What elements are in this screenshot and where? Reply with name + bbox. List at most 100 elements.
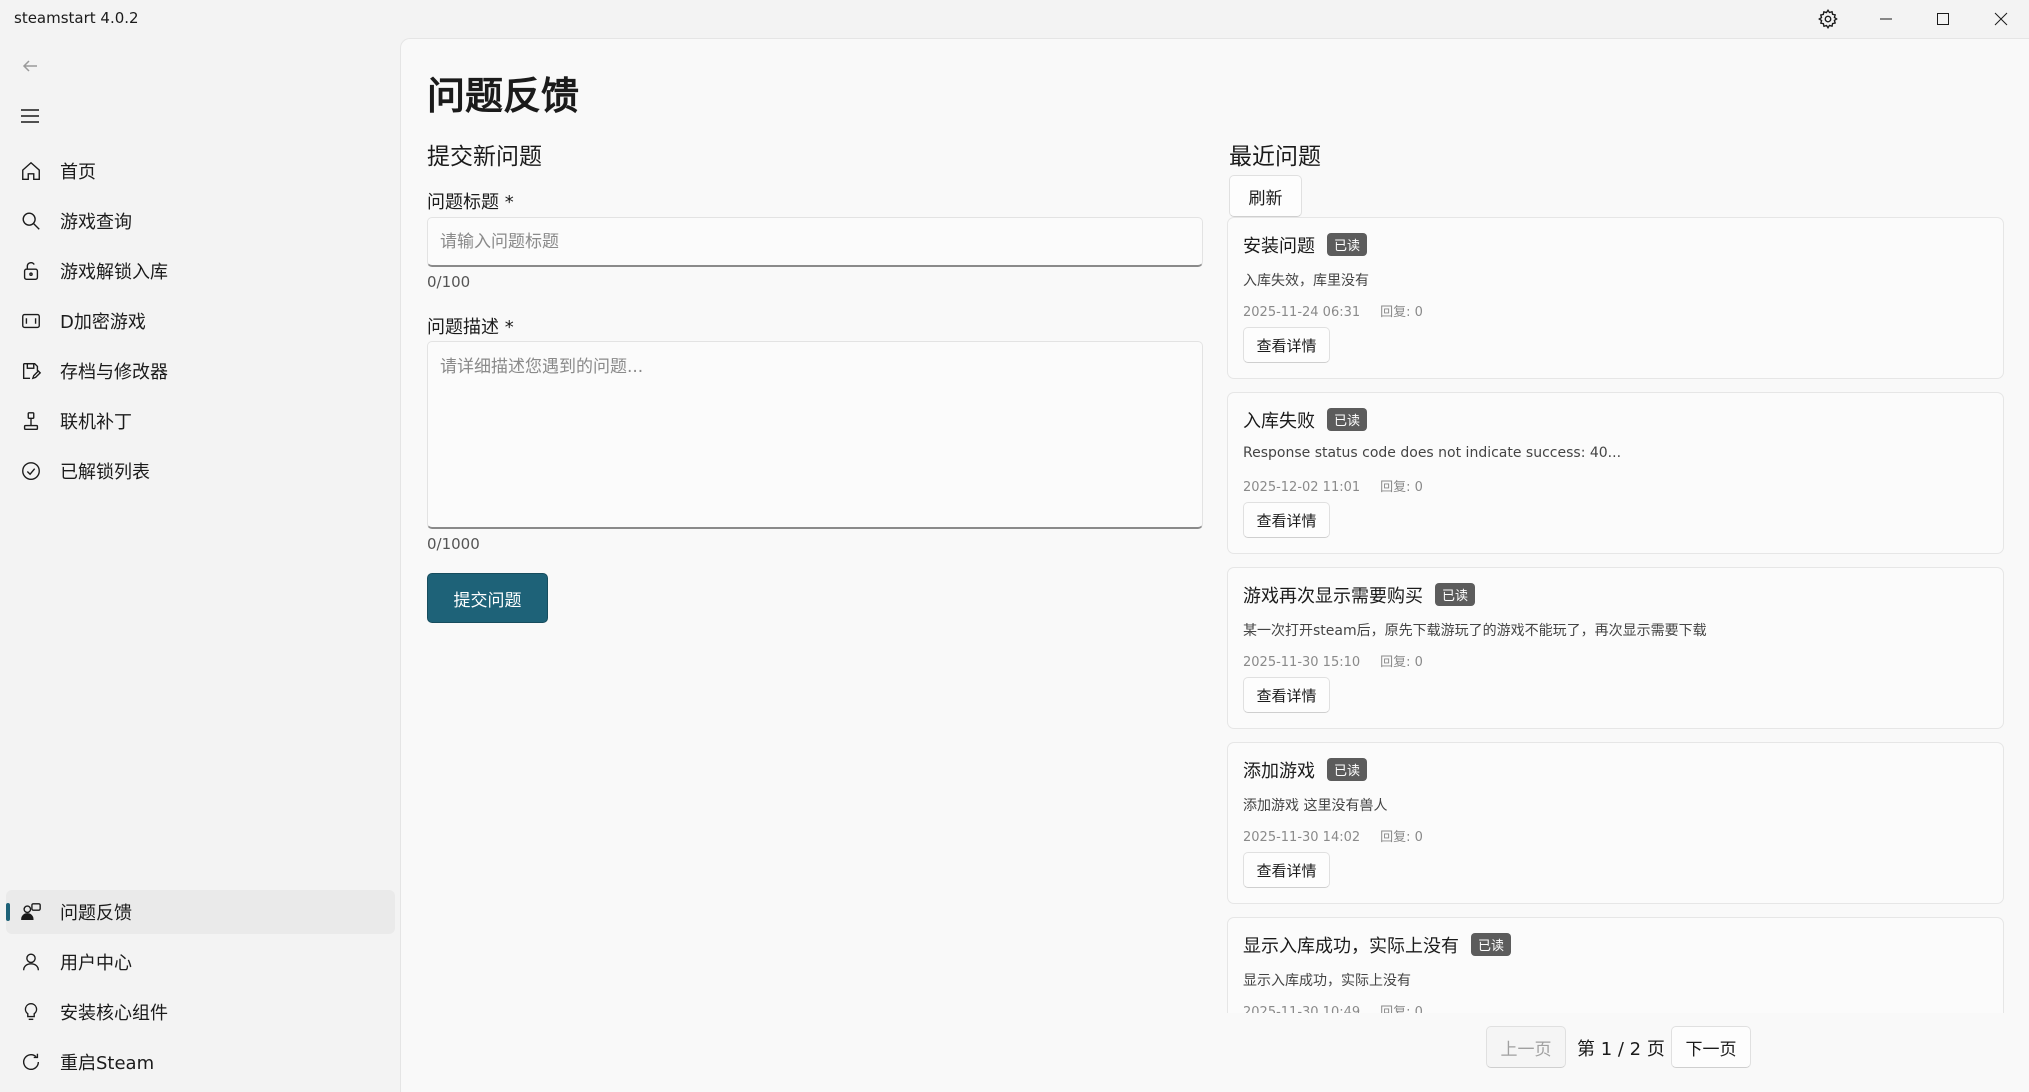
- description-input[interactable]: [427, 341, 1203, 529]
- title-input[interactable]: [427, 217, 1203, 267]
- issue-title: 显示入库成功，实际上没有 已读: [1243, 932, 1512, 958]
- read-badge: 已读: [1327, 758, 1368, 781]
- title-counter: 0/100: [427, 273, 471, 291]
- view-details-button[interactable]: 查看详情: [1243, 502, 1330, 538]
- issue-title: 安装问题 已读: [1243, 232, 1368, 258]
- user-icon: [20, 951, 42, 973]
- issue-title: 游戏再次显示需要购买 已读: [1243, 582, 1476, 608]
- issue-list[interactable]: 安装问题 已读 入库失效，库里没有 2025-11-24 06:31 回复: 0 查…: [1227, 217, 2006, 1013]
- issue-replies: 回复: 0: [1380, 655, 1423, 670]
- home-icon: [20, 160, 42, 182]
- next-page-button[interactable]: 下一页: [1671, 1026, 1751, 1068]
- nav-item-label: 问题反馈: [60, 903, 132, 924]
- nav-item-label: 重启Steam: [60, 1053, 155, 1074]
- settings-button[interactable]: [1800, 0, 1856, 38]
- refresh-button[interactable]: 刷新: [1229, 175, 1302, 217]
- nav-item-user-center[interactable]: 用户中心: [6, 940, 395, 984]
- view-details-button[interactable]: 查看详情: [1243, 677, 1330, 713]
- unlock-icon: [20, 260, 42, 282]
- issue-description: 入库失效，库里没有: [1243, 273, 1369, 289]
- issue-replies: 回复: 0: [1380, 830, 1423, 845]
- issue-description: 某一次打开steam后，原先下载游玩了的游戏不能玩了，再次显示需要下载: [1243, 623, 1707, 639]
- hamburger-icon: [20, 108, 40, 128]
- arrow-left-icon: [21, 57, 39, 79]
- nav-item-label: D加密游戏: [60, 312, 146, 333]
- issue-replies: 回复: 0: [1380, 305, 1423, 320]
- issue-replies: 回复: 0: [1380, 1005, 1423, 1013]
- prev-page-button[interactable]: 上一页: [1486, 1026, 1566, 1068]
- nav-item-online-patch[interactable]: 联机补丁: [6, 399, 395, 443]
- read-badge: 已读: [1327, 408, 1368, 431]
- issue-card: 添加游戏 已读 添加游戏 这里没有兽人 2025-11-30 14:02 回复: 0…: [1227, 742, 2004, 904]
- issue-meta: 2025-12-02 11:01 回复: 0: [1243, 476, 1423, 495]
- issue-meta: 2025-11-24 06:31 回复: 0: [1243, 301, 1423, 320]
- nav-item-label: 联机补丁: [60, 412, 132, 433]
- sidebar: 首页 游戏查询 游戏解锁入库 D加密游戏 存档与修改器 联机补丁 已解锁列表 问…: [0, 38, 400, 1092]
- issue-description: 显示入库成功，实际上没有: [1243, 973, 1411, 989]
- minimize-icon: [1879, 12, 1893, 26]
- gear-icon: [1817, 8, 1839, 30]
- nav-item-label: 用户中心: [60, 953, 132, 974]
- read-badge: 已读: [1435, 583, 1476, 606]
- nav-item-home[interactable]: 首页: [6, 149, 395, 193]
- view-details-button[interactable]: 查看详情: [1243, 327, 1330, 363]
- nav-item-restart-steam[interactable]: 重启Steam: [6, 1040, 395, 1084]
- issue-time: 2025-12-02 11:01: [1243, 480, 1361, 495]
- issue-description: Response status code does not indicate s…: [1243, 445, 1622, 461]
- submit-section-title: 提交新问题: [427, 144, 542, 170]
- check-circle-icon: [20, 460, 42, 482]
- read-badge: 已读: [1471, 933, 1512, 956]
- issue-description: 添加游戏 这里没有兽人: [1243, 798, 1388, 814]
- minimize-button[interactable]: [1858, 0, 1914, 38]
- nav-item-install-core[interactable]: 安装核心组件: [6, 990, 395, 1034]
- back-button[interactable]: [14, 52, 46, 84]
- frame-icon: [20, 310, 42, 332]
- nav-item-saves[interactable]: 存档与修改器: [6, 349, 395, 393]
- issue-meta: 2025-11-30 14:02 回复: 0: [1243, 826, 1423, 845]
- app-title: steamstart 4.0.2: [14, 9, 139, 27]
- issue-card: 显示入库成功，实际上没有 已读 显示入库成功，实际上没有 2025-11-30 1…: [1227, 917, 2004, 1013]
- nav-item-game-search[interactable]: 游戏查询: [6, 199, 395, 243]
- refresh-icon: [20, 1051, 42, 1073]
- lightbulb-icon: [20, 1001, 42, 1023]
- issue-card: 入库失败 已读 Response status code does not ind…: [1227, 392, 2004, 554]
- nav-item-label: 安装核心组件: [60, 1003, 168, 1024]
- issue-card: 游戏再次显示需要购买 已读 某一次打开steam后，原先下载游玩了的游戏不能玩了，…: [1227, 567, 2004, 729]
- joystick-icon: [20, 410, 42, 432]
- menu-toggle-button[interactable]: [14, 102, 46, 134]
- issue-meta: 2025-11-30 15:10 回复: 0: [1243, 651, 1423, 670]
- issue-meta: 2025-11-30 10:49 回复: 0: [1243, 1001, 1423, 1013]
- issue-title: 入库失败 已读: [1243, 407, 1368, 433]
- nav-item-d-encrypted[interactable]: D加密游戏: [6, 299, 395, 343]
- issue-time: 2025-11-30 10:49: [1243, 1005, 1361, 1013]
- feedback-icon: [20, 901, 42, 923]
- nav-item-unlocked-list[interactable]: 已解锁列表: [6, 449, 395, 493]
- nav-item-label: 存档与修改器: [60, 362, 168, 383]
- recent-section-title: 最近问题: [1229, 144, 1321, 170]
- issue-time: 2025-11-30 15:10: [1243, 655, 1361, 670]
- nav-item-label: 游戏解锁入库: [60, 262, 168, 283]
- desc-field-label: 问题描述 *: [427, 317, 514, 338]
- save-edit-icon: [20, 360, 42, 382]
- page-indicator: 第 1 / 2 页: [1577, 1039, 1665, 1060]
- search-icon: [20, 210, 42, 232]
- read-badge: 已读: [1327, 233, 1368, 256]
- title-bar: steamstart 4.0.2: [0, 0, 2029, 38]
- maximize-icon: [1936, 12, 1950, 26]
- desc-counter: 0/1000: [427, 535, 480, 553]
- title-field-label: 问题标题 *: [427, 192, 514, 213]
- nav-item-unlock[interactable]: 游戏解锁入库: [6, 249, 395, 293]
- close-button[interactable]: [1973, 0, 2029, 38]
- page-title: 问题反馈: [427, 74, 580, 118]
- issue-time: 2025-11-30 14:02: [1243, 830, 1361, 845]
- issue-title: 添加游戏 已读: [1243, 757, 1368, 783]
- nav-item-feedback[interactable]: 问题反馈: [6, 890, 395, 934]
- issue-card: 安装问题 已读 入库失效，库里没有 2025-11-24 06:31 回复: 0 查…: [1227, 217, 2004, 379]
- nav-item-label: 游戏查询: [60, 212, 132, 233]
- maximize-button[interactable]: [1915, 0, 1971, 38]
- issue-replies: 回复: 0: [1380, 480, 1423, 495]
- nav-item-label: 首页: [60, 162, 96, 183]
- view-details-button[interactable]: 查看详情: [1243, 852, 1330, 888]
- submit-issue-button[interactable]: 提交问题: [427, 573, 548, 623]
- content-area: 问题反馈 提交新问题 问题标题 * 0/100 问题描述 * 0/1000 提交…: [400, 38, 2029, 1092]
